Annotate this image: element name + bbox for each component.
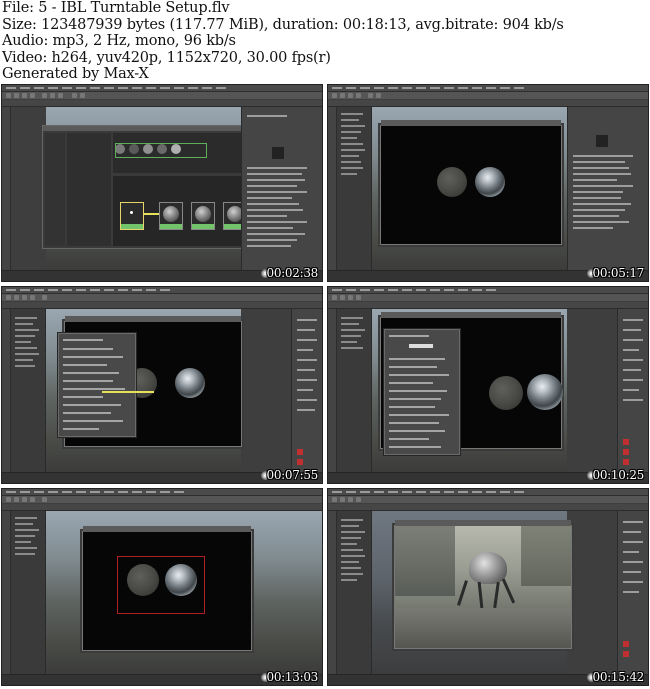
node-light[interactable] — [120, 202, 144, 230]
attribute-panel — [241, 107, 322, 271]
thumbnail-grid: 00:02:38 00:05:17 00:07:55 00:10:25 00:1… — [1, 84, 649, 688]
video-info-header: File: 5 - IBL Turntable Setup.flv Size: … — [2, 0, 648, 83]
render-sphere-diffuse — [489, 376, 523, 410]
maya-menubar — [328, 85, 648, 92]
tool-box — [328, 309, 337, 473]
maya-shelf — [328, 302, 648, 309]
maya-shelf — [2, 302, 322, 309]
maya-toolbar — [328, 92, 648, 99]
maya-shelf — [2, 504, 322, 511]
thumbnail-timestamp: 00:10:25 — [592, 468, 645, 482]
maya-shelf — [328, 504, 648, 511]
render-sphere-diffuse — [127, 564, 159, 596]
maya-shelf — [2, 100, 322, 107]
attribute-panel — [567, 107, 648, 271]
thumbnail-timestamp: 00:13:03 — [266, 670, 319, 684]
tool-box — [2, 511, 11, 675]
outliner — [11, 511, 46, 675]
outliner — [11, 309, 46, 473]
node-shader-1[interactable] — [159, 202, 183, 230]
thumbnail-timestamp: 00:05:17 — [592, 266, 645, 280]
maya-toolbar — [328, 294, 648, 301]
connection-line — [102, 391, 154, 393]
node-shader-2[interactable] — [191, 202, 215, 230]
channel-box — [617, 511, 648, 675]
thumbnail-3[interactable]: 00:07:55 — [1, 286, 323, 484]
render-sphere-chrome — [175, 368, 205, 398]
maya-toolbar — [2, 294, 322, 301]
thumbnail-6[interactable]: 00:15:42 — [327, 488, 649, 686]
video-info: Video: h264, yuv420p, 1152x720, 30.00 fp… — [2, 49, 331, 66]
render-sphere-chrome — [475, 167, 505, 197]
render-sphere-chrome — [165, 564, 197, 596]
render-view-window — [82, 526, 252, 651]
audio-info: Audio: mp3, 2 Hz, mono, 96 kb/s — [2, 33, 236, 50]
render-view-window — [394, 520, 572, 649]
tool-box — [2, 107, 11, 271]
thumbnail-2[interactable]: 00:05:17 — [327, 84, 649, 282]
thumbnail-timestamp: 00:02:38 — [266, 266, 319, 280]
maya-menubar — [2, 85, 322, 92]
thumbnail-5[interactable]: 00:13:03 — [1, 488, 323, 686]
file-name: File: 5 - IBL Turntable Setup.flv — [2, 0, 230, 16]
outliner — [337, 309, 372, 473]
file-size-info: Size: 123487939 bytes (117.77 MiB), dura… — [2, 16, 564, 33]
maya-shelf — [328, 100, 648, 107]
attribute-editor — [384, 329, 460, 455]
maya-toolbar — [2, 92, 322, 99]
outliner — [337, 107, 372, 271]
channel-box — [291, 309, 322, 473]
tool-box — [328, 107, 337, 271]
attribute-dialog — [58, 333, 136, 437]
maya-menubar — [2, 489, 322, 496]
render-view-window — [380, 120, 562, 245]
thumbnail-4[interactable]: 00:10:25 — [327, 286, 649, 484]
generator-info: Generated by Max-X — [2, 66, 149, 83]
thumbnail-timestamp: 00:15:42 — [592, 670, 645, 684]
thumbnail-timestamp: 00:07:55 — [266, 468, 319, 482]
tool-box — [328, 511, 337, 675]
render-sphere-diffuse — [437, 167, 467, 197]
thumbnail-1[interactable]: 00:02:38 — [1, 84, 323, 282]
maya-toolbar — [328, 496, 648, 503]
maya-menubar — [328, 489, 648, 496]
maya-menubar — [2, 287, 322, 294]
channel-box — [617, 309, 648, 473]
outliner — [337, 511, 372, 675]
tool-box — [2, 309, 11, 473]
maya-menubar — [328, 287, 648, 294]
maya-toolbar — [2, 496, 322, 503]
render-sphere-chrome — [527, 374, 563, 410]
hypershade-window — [42, 125, 252, 249]
